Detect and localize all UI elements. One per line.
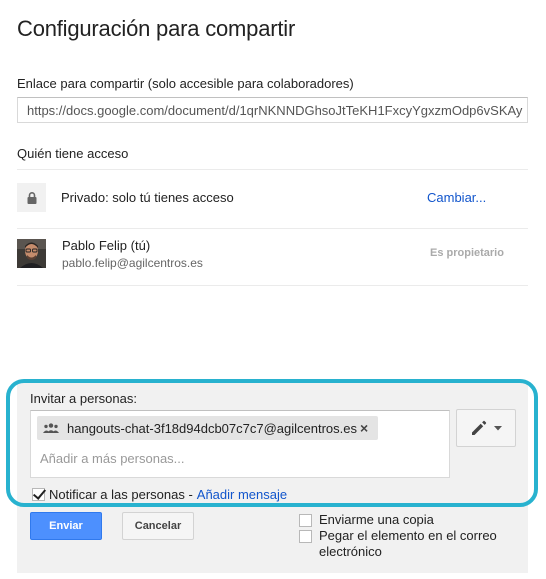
owner-email: pablo.felip@agilcentros.es — [62, 256, 203, 270]
paste-in-email-checkbox[interactable] — [299, 530, 312, 543]
divider — [17, 285, 528, 286]
owner-name: Pablo Felip (tú) — [62, 238, 151, 253]
send-copy-checkbox[interactable] — [299, 514, 312, 527]
avatar — [17, 239, 46, 268]
send-button[interactable]: Enviar — [30, 512, 102, 540]
highlight-ring — [6, 379, 538, 507]
send-copy-label: Enviarme una copia — [319, 512, 434, 527]
access-section-label: Quién tiene acceso — [17, 146, 129, 161]
owner-role-label: Es propietario — [430, 247, 504, 259]
paste-in-email-option: Pegar el elemento en el correo electróni… — [299, 528, 519, 560]
visibility-text: Privado: solo tú tienes acceso — [61, 190, 234, 205]
change-visibility-link[interactable]: Cambiar... — [427, 190, 486, 205]
lock-icon — [27, 191, 36, 204]
cancel-button[interactable]: Cancelar — [122, 512, 194, 540]
paste-in-email-label: Pegar el elemento en el correo electróni… — [319, 528, 497, 559]
divider — [17, 169, 528, 170]
visibility-icon-box — [17, 183, 46, 212]
share-link-label: Enlace para compartir (solo accesible pa… — [17, 76, 354, 91]
dialog-title: Configuración para compartir — [17, 16, 296, 41]
send-copy-option: Enviarme una copia — [299, 512, 519, 528]
divider — [17, 228, 528, 229]
share-link-field[interactable]: https://docs.google.com/document/d/1qrNK… — [17, 97, 528, 123]
